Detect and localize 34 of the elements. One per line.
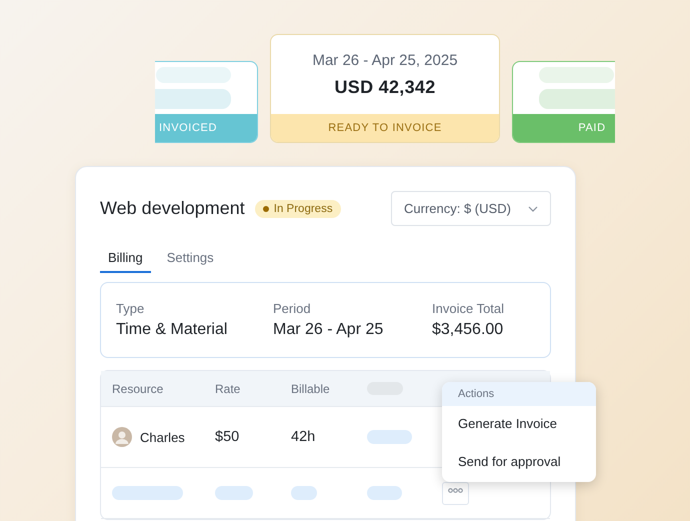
column-header: Billable bbox=[291, 382, 331, 396]
status-label: READY TO INVOICE bbox=[271, 114, 499, 142]
resource-name: Charles bbox=[140, 430, 185, 444]
summary-label: Period bbox=[273, 301, 312, 316]
placeholder-bar bbox=[367, 486, 402, 500]
placeholder-bar bbox=[112, 486, 183, 500]
rate-cell-text: $50 bbox=[215, 429, 240, 445]
placeholder-bar bbox=[215, 486, 253, 500]
summary-label: Invoice Total bbox=[432, 301, 506, 316]
menu-item[interactable]: Send for approval bbox=[442, 444, 596, 482]
placeholder-bar bbox=[367, 430, 412, 444]
status-badge: In Progress bbox=[254, 200, 341, 218]
placeholder-bar bbox=[291, 486, 317, 500]
tab[interactable]: Settings bbox=[158, 246, 222, 273]
more-icon bbox=[448, 488, 463, 492]
column-header: Resource bbox=[112, 382, 164, 396]
summary-value: Time & Material bbox=[116, 321, 228, 339]
chevron-down-icon bbox=[528, 206, 538, 212]
project-title: Web development bbox=[100, 198, 245, 219]
summary-value: Mar 26 - Apr 25 bbox=[273, 321, 384, 339]
period-text: Mar 26 - Apr 25, 2025 bbox=[312, 52, 458, 68]
status-label: PAID bbox=[513, 114, 615, 142]
billable-cell-text: 42h bbox=[291, 429, 316, 445]
amount-text: USD 42,342 bbox=[334, 76, 436, 98]
menu-item[interactable]: Generate Invoice bbox=[442, 406, 596, 444]
avatar-icon bbox=[112, 427, 132, 447]
currency-select[interactable]: Currency: $ (USD) bbox=[391, 191, 551, 226]
menu-header: Actions bbox=[442, 382, 596, 406]
more-button[interactable] bbox=[442, 482, 469, 504]
summary-value: $3,456.00 bbox=[432, 321, 504, 339]
column-header: Rate bbox=[215, 382, 242, 396]
tab[interactable]: Billing bbox=[100, 246, 151, 273]
summary-label: Type bbox=[116, 301, 146, 316]
status-label: INVOICED bbox=[155, 114, 257, 142]
